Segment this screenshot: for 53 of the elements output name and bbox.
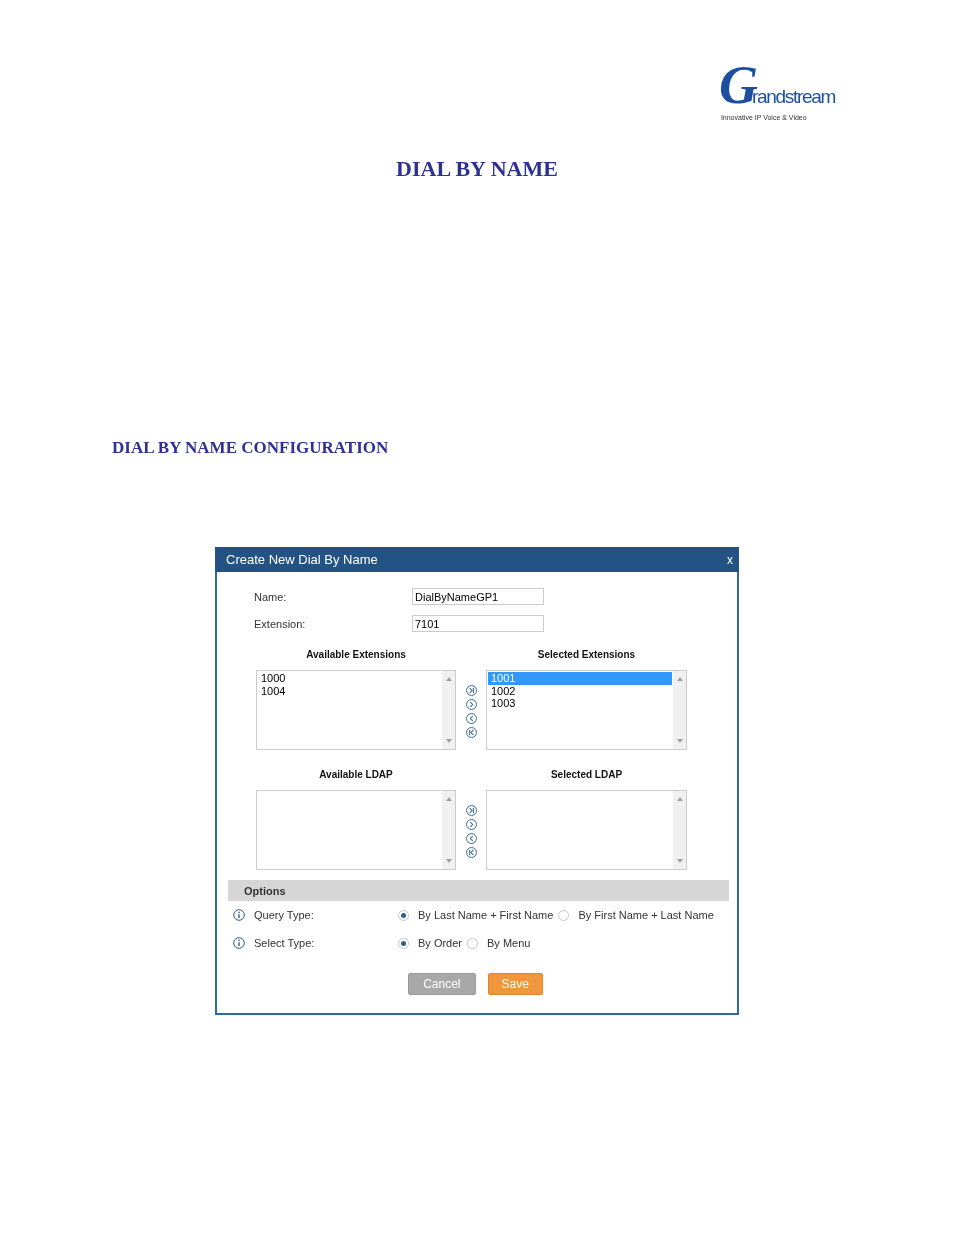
scrollbar[interactable] <box>673 671 686 749</box>
list-item[interactable]: 1003 <box>488 697 672 710</box>
list-box[interactable] <box>256 790 456 870</box>
radio-label[interactable]: By Order <box>418 937 462 949</box>
option-label: Select Type: <box>254 937 316 949</box>
radio-label[interactable]: By Menu <box>487 937 531 949</box>
radio-button[interactable] <box>398 937 409 949</box>
list-item[interactable]: 1004 <box>258 684 441 697</box>
scroll-down-icon[interactable] <box>676 859 683 863</box>
text-field[interactable]: 7101 <box>412 615 544 632</box>
radio-button[interactable] <box>558 909 570 921</box>
scrollbar[interactable] <box>442 671 455 749</box>
page-title: DIAL BY NAME <box>395 156 559 182</box>
info-icon[interactable] <box>233 909 245 921</box>
options-header: Options <box>228 880 729 901</box>
chevron-bar-left-icon[interactable] <box>465 847 477 858</box>
list-heading: Available Extensions <box>306 649 406 661</box>
list-box[interactable] <box>486 790 687 870</box>
scroll-up-icon[interactable] <box>676 797 683 801</box>
chevron-left-icon[interactable] <box>465 713 477 724</box>
scroll-down-icon[interactable] <box>445 739 452 743</box>
info-icon[interactable] <box>233 937 245 949</box>
list-heading: Selected Extensions <box>537 649 636 661</box>
radio-label[interactable]: By Last Name + First Name <box>418 909 554 921</box>
chevron-right-icon[interactable] <box>465 699 477 710</box>
field-label: Name: <box>254 590 288 603</box>
list-box[interactable]: 1000 1004 <box>256 670 456 750</box>
chevron-right-icon[interactable] <box>465 819 477 830</box>
radio-label[interactable]: By First Name + Last Name <box>578 909 714 921</box>
list-item[interactable]: 1002 <box>488 684 672 697</box>
radio-button[interactable] <box>398 909 409 921</box>
scroll-up-icon[interactable] <box>445 797 452 801</box>
option-label: Query Type: <box>254 909 315 921</box>
list-box[interactable]: 1001 1002 1003 <box>486 670 687 750</box>
chevron-bar-right-icon[interactable] <box>465 685 477 696</box>
scroll-up-icon[interactable] <box>676 677 683 681</box>
list-item[interactable]: 1000 <box>258 672 441 685</box>
field-label: Extension: <box>254 617 307 630</box>
text-field[interactable]: DialByNameGP1 <box>412 588 544 605</box>
close-button[interactable]: x <box>725 552 735 567</box>
chevron-left-icon[interactable] <box>465 833 477 844</box>
scroll-down-icon[interactable] <box>676 739 683 743</box>
radio-button[interactable] <box>467 937 478 949</box>
list-heading: Selected LDAP <box>550 769 623 781</box>
chevron-bar-right-icon[interactable] <box>465 805 477 816</box>
scrollbar[interactable] <box>673 791 686 869</box>
section-title: DIAL BY NAME CONFIGURATION <box>112 438 390 458</box>
list-heading: Available LDAP <box>319 769 393 781</box>
scroll-up-icon[interactable] <box>445 677 452 681</box>
scrollbar[interactable] <box>442 791 455 869</box>
scroll-down-icon[interactable] <box>445 859 452 863</box>
chevron-bar-left-icon[interactable] <box>465 727 477 738</box>
dialog-title: Create New Dial By Name <box>226 552 378 567</box>
